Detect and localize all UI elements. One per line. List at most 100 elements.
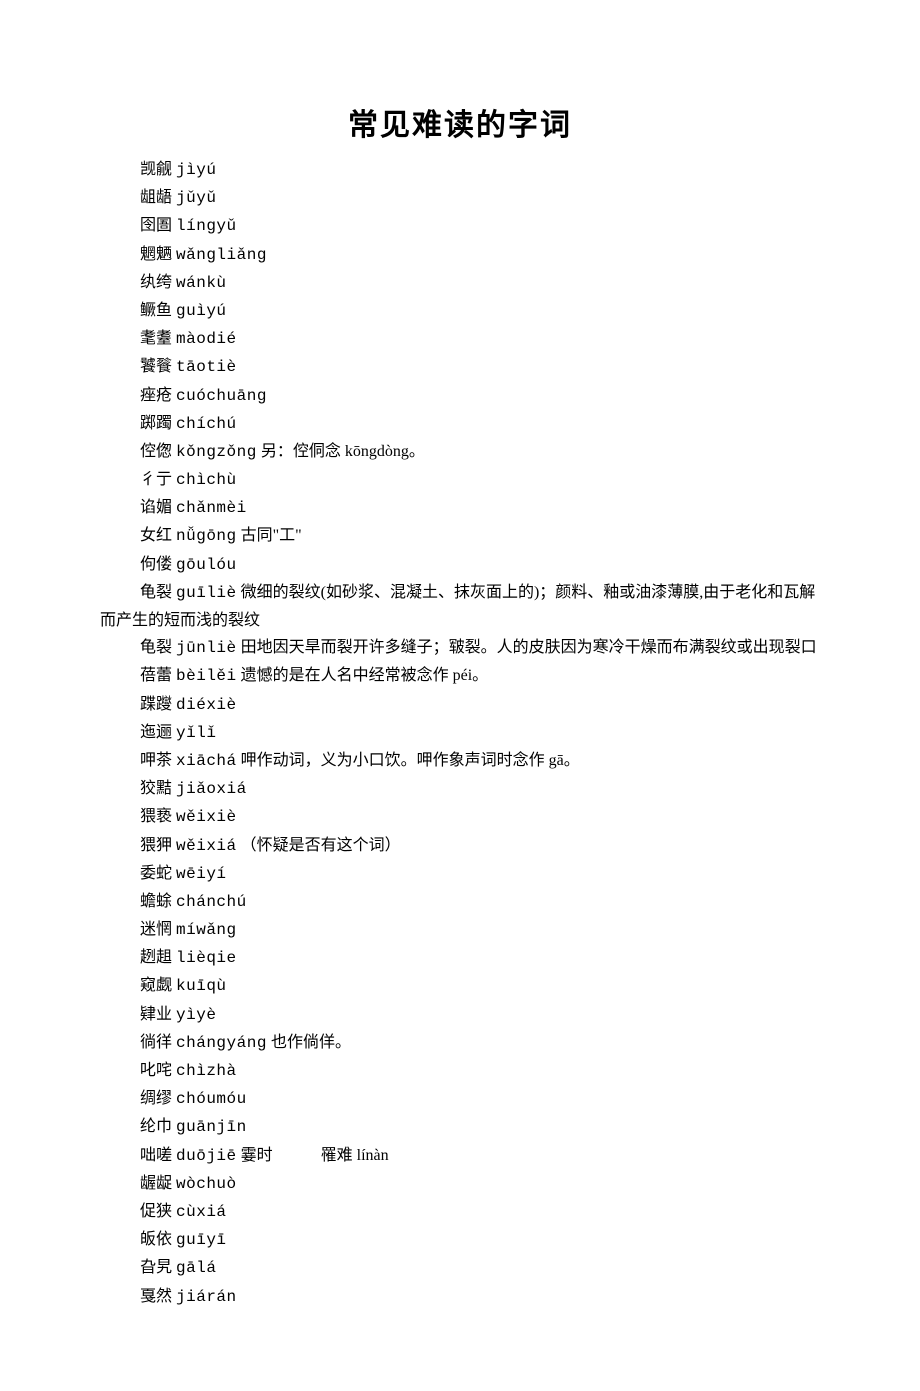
- hanzi-text: 绸缪: [140, 1090, 172, 1107]
- hanzi-text: 纶巾: [140, 1118, 172, 1135]
- document-page: 常见难读的字词 觊觎 jìyú龃龉 jǔyǔ囹圄 língyǔ魍魉 wǎngli…: [0, 0, 920, 1391]
- word-entry: 肄业 yìyè: [100, 1001, 820, 1029]
- pinyin-text: jūnliè: [176, 639, 237, 657]
- hanzi-text: 旮旯: [140, 1259, 172, 1276]
- hanzi-text: 促狭: [140, 1203, 172, 1220]
- pinyin-text: chíchú: [176, 415, 237, 433]
- word-entry: 魍魉 wǎngliǎng: [100, 241, 820, 269]
- pinyin-text: jiárán: [176, 1288, 237, 1306]
- hanzi-text: 魍魉: [140, 246, 172, 263]
- pinyin-text: cuóchuāng: [176, 387, 267, 405]
- pinyin-text: jǔyǔ: [176, 189, 216, 207]
- pinyin-text: nǚgōng: [176, 527, 237, 545]
- word-entry: 女红 nǚgōng 古同"工": [100, 522, 820, 550]
- word-entry: 蓓蕾 bèilěi 遗憾的是在人名中经常被念作 péi。: [100, 662, 820, 690]
- hanzi-text: 龌龊: [140, 1175, 172, 1192]
- pinyin-text: wánkù: [176, 274, 227, 292]
- word-entry: 纶巾 guānjīn: [100, 1113, 820, 1141]
- pinyin-text: bèilěi: [176, 667, 237, 685]
- pinyin-text: wēiyí: [176, 865, 227, 883]
- hanzi-text: 倥偬: [140, 443, 172, 460]
- hanzi-text: 纨绔: [140, 274, 172, 291]
- word-entry: 窥觑 kuīqù: [100, 972, 820, 1000]
- pinyin-text: chìchù: [176, 471, 237, 489]
- word-entry: 迷惘 míwǎng: [100, 916, 820, 944]
- hanzi-text: 蓓蕾: [140, 667, 172, 684]
- word-entry: 谄媚 chǎnmèi: [100, 494, 820, 522]
- note-text: 呷作动词，义为小口饮。呷作象声词时念作 gā。: [241, 752, 580, 769]
- word-entry: 龟裂 jūnliè 田地因天旱而裂开许多缝子；皲裂。人的皮肤因为寒冷干燥而布满裂…: [100, 634, 820, 662]
- word-entry: 鳜鱼 guìyú: [100, 297, 820, 325]
- word-entry: 饕餮 tāotiè: [100, 353, 820, 381]
- pinyin-text: kuīqù: [176, 977, 227, 995]
- hanzi-text: 女红: [140, 527, 172, 544]
- note-text: 古同"工": [241, 527, 302, 544]
- word-entry: 耄耋 màodié: [100, 325, 820, 353]
- word-entry: 戛然 jiárán: [100, 1283, 820, 1311]
- pinyin-text: míwǎng: [176, 921, 237, 939]
- hanzi-text: 龃龉: [140, 189, 172, 206]
- word-entry: 趔趄 lièqie: [100, 944, 820, 972]
- pinyin-text: gālá: [176, 1259, 216, 1277]
- hanzi-text: 迤逦: [140, 724, 172, 741]
- word-entry: 叱咤 chìzhà: [100, 1057, 820, 1085]
- pinyin-text: cùxiá: [176, 1203, 227, 1221]
- hanzi-text: 迷惘: [140, 921, 172, 938]
- pinyin-text: guìyú: [176, 302, 227, 320]
- word-entry: 呷茶 xiāchá 呷作动词，义为小口饮。呷作象声词时念作 gā。: [100, 747, 820, 775]
- hanzi-text: 耄耋: [140, 330, 172, 347]
- word-entry: 佝偻 gōulóu: [100, 551, 820, 579]
- word-entry: 倥偬 kǒngzǒng 另：倥侗念 kōngdòng。: [100, 438, 820, 466]
- document-title: 常见难读的字词: [100, 100, 820, 144]
- word-entry: 狡黠 jiǎoxiá: [100, 775, 820, 803]
- note-text: 遗憾的是在人名中经常被念作 péi。: [241, 667, 489, 684]
- word-entry: 龃龉 jǔyǔ: [100, 184, 820, 212]
- word-entry: 猥亵 wěixiè: [100, 803, 820, 831]
- hanzi-text: 龟裂: [140, 639, 172, 656]
- pinyin-text: chǎnmèi: [176, 499, 247, 517]
- pinyin-text: diéxiè: [176, 696, 237, 714]
- hanzi-text: 猥狎: [140, 837, 172, 854]
- pinyin-text: gōulóu: [176, 556, 237, 574]
- hanzi-text: 囹圄: [140, 217, 172, 234]
- word-entry: 囹圄 língyǔ: [100, 212, 820, 240]
- pinyin-text: lièqie: [176, 949, 237, 967]
- hanzi-text: 鳜鱼: [140, 302, 172, 319]
- hanzi-text: 彳亍: [140, 471, 172, 488]
- note-text: （怀疑是否有这个词）: [241, 837, 401, 854]
- pinyin-text: guānjīn: [176, 1118, 247, 1136]
- word-entry: 委蛇 wēiyí: [100, 860, 820, 888]
- pinyin-text: chóumóu: [176, 1090, 247, 1108]
- pinyin-text: tāotiè: [176, 358, 237, 376]
- word-entry: 龟裂 guīliè 微细的裂纹(如砂浆、混凝土、抹灰面上的)；颜料、釉或油漆薄膜…: [100, 579, 820, 634]
- pinyin-text: yǐlǐ: [176, 724, 216, 742]
- hanzi-text: 饕餮: [140, 358, 172, 375]
- hanzi-text: 龟裂: [140, 584, 172, 601]
- hanzi-text: 蹀躞: [140, 696, 172, 713]
- word-entry: 皈依 guīyī: [100, 1226, 820, 1254]
- hanzi-text: 狡黠: [140, 780, 172, 797]
- entries-list: 觊觎 jìyú龃龉 jǔyǔ囹圄 língyǔ魍魉 wǎngliǎng纨绔 wá…: [100, 156, 820, 1311]
- pinyin-text: kǒngzǒng: [176, 443, 257, 461]
- pinyin-text: chánchú: [176, 893, 247, 911]
- hanzi-text: 趔趄: [140, 949, 172, 966]
- word-entry: 纨绔 wánkù: [100, 269, 820, 297]
- pinyin-text: língyǔ: [176, 217, 237, 235]
- word-entry: 痤疮 cuóchuāng: [100, 382, 820, 410]
- pinyin-text: yìyè: [176, 1006, 216, 1024]
- pinyin-text: jiǎoxiá: [176, 780, 247, 798]
- word-entry: 旮旯 gālá: [100, 1254, 820, 1282]
- pinyin-text: wěixiè: [176, 808, 237, 826]
- pinyin-text: duōjiē: [176, 1147, 237, 1165]
- word-entry: 蟾蜍 chánchú: [100, 888, 820, 916]
- pinyin-text: màodié: [176, 330, 237, 348]
- hanzi-text: 痤疮: [140, 387, 172, 404]
- pinyin-text: wòchuò: [176, 1175, 237, 1193]
- hanzi-text: 谄媚: [140, 499, 172, 516]
- hanzi-text: 皈依: [140, 1231, 172, 1248]
- hanzi-text: 觊觎: [140, 161, 172, 178]
- hanzi-text: 踯躅: [140, 415, 172, 432]
- pinyin-text: jìyú: [176, 161, 216, 179]
- pinyin-text: chángyáng: [176, 1034, 267, 1052]
- hanzi-text: 咄嗟: [140, 1147, 172, 1164]
